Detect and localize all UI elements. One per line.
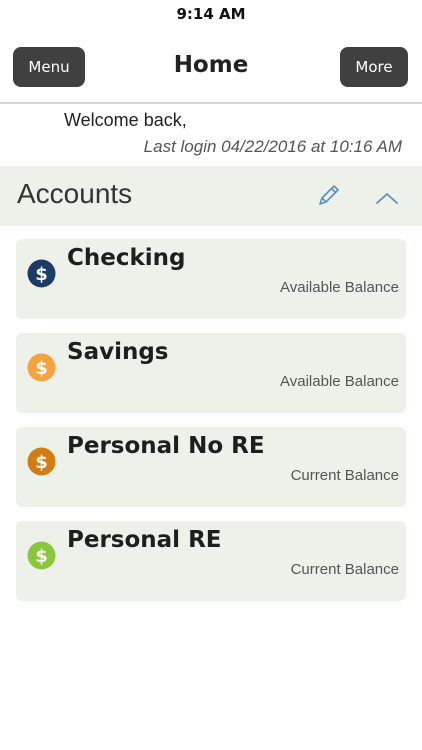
account-card-personal-re[interactable]: $ Personal RE Current Balance bbox=[16, 521, 406, 601]
chevron-up-icon[interactable] bbox=[375, 190, 399, 206]
account-name: Personal No RE bbox=[67, 433, 265, 459]
last-login-text: Last login 04/22/2016 at 10:16 AM bbox=[143, 137, 402, 156]
balance-label: Current Balance bbox=[290, 561, 399, 578]
dollar-coin-icon: $ bbox=[27, 447, 56, 476]
welcome-text: Welcome back, bbox=[64, 110, 187, 130]
menu-button[interactable]: Menu bbox=[13, 47, 85, 87]
svg-text:$: $ bbox=[35, 264, 48, 285]
svg-text:$: $ bbox=[35, 546, 48, 567]
pencil-icon[interactable] bbox=[316, 182, 342, 208]
status-bar-time: 9:14 AM bbox=[176, 5, 246, 23]
accounts-section-header: Accounts bbox=[0, 166, 422, 226]
account-name: Savings bbox=[67, 339, 169, 365]
account-card-personal-no-re[interactable]: $ Personal No RE Current Balance bbox=[16, 427, 406, 507]
dollar-coin-icon: $ bbox=[27, 259, 56, 288]
svg-text:$: $ bbox=[35, 452, 48, 473]
balance-label: Current Balance bbox=[290, 467, 399, 484]
account-card-checking[interactable]: $ Checking Available Balance bbox=[16, 239, 406, 319]
account-name: Personal RE bbox=[67, 527, 222, 553]
balance-label: Available Balance bbox=[280, 279, 399, 296]
dollar-coin-icon: $ bbox=[27, 541, 56, 570]
more-button[interactable]: More bbox=[340, 47, 408, 87]
svg-text:$: $ bbox=[35, 358, 48, 379]
balance-label: Available Balance bbox=[280, 373, 399, 390]
account-card-savings[interactable]: $ Savings Available Balance bbox=[16, 333, 406, 413]
nav-bar: Menu Home More bbox=[0, 44, 422, 104]
account-name: Checking bbox=[67, 245, 186, 271]
accounts-title: Accounts bbox=[17, 178, 133, 209]
dollar-coin-icon: $ bbox=[27, 353, 56, 382]
